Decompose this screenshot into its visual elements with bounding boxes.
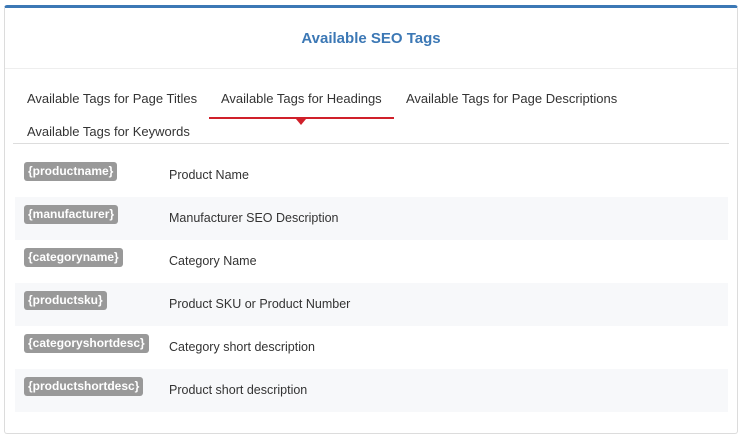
- tab-headings[interactable]: Available Tags for Headings: [209, 87, 394, 125]
- tag-description: Product short description: [169, 383, 308, 397]
- tag-table: {productname} Product Name {manufacturer…: [15, 154, 728, 412]
- table-row: {manufacturer} Manufacturer SEO Descript…: [15, 197, 728, 240]
- tag-badge: {productname}: [24, 162, 118, 181]
- table-row: {productshortdesc} Product short descrip…: [15, 369, 728, 412]
- tag-badge: {categoryname}: [24, 248, 123, 267]
- tag-description: Product SKU or Product Number: [169, 297, 351, 311]
- tabs-divider: [13, 143, 729, 144]
- tab-headings-label: Available Tags for Headings: [221, 91, 382, 106]
- tag-badge: {productshortdesc}: [24, 377, 144, 396]
- tag-description: Product Name: [169, 168, 249, 182]
- tag-badge: {productsku}: [24, 291, 107, 310]
- tag-badge: {manufacturer}: [24, 205, 119, 224]
- tag-description: Category Name: [169, 254, 257, 268]
- seo-tags-panel: Available SEO Tags Available Tags for Pa…: [4, 5, 738, 434]
- tag-description: Manufacturer SEO Description: [169, 211, 339, 225]
- tab-bar: Available Tags for Page Titles Available…: [5, 69, 737, 144]
- table-row: {productsku} Product SKU or Product Numb…: [15, 283, 728, 326]
- panel-title: Available SEO Tags: [301, 30, 441, 47]
- table-row: {productname} Product Name: [15, 154, 728, 197]
- tag-description: Category short description: [169, 340, 315, 354]
- tag-badge: {categoryshortdesc}: [24, 334, 149, 353]
- active-tab-caret-icon: [296, 119, 307, 125]
- tab-page-descriptions[interactable]: Available Tags for Page Descriptions: [394, 87, 629, 111]
- table-row: {categoryname} Category Name: [15, 240, 728, 283]
- table-row: {categoryshortdesc} Category short descr…: [15, 326, 728, 369]
- tab-keywords[interactable]: Available Tags for Keywords: [15, 120, 202, 144]
- tab-page-titles[interactable]: Available Tags for Page Titles: [15, 87, 209, 111]
